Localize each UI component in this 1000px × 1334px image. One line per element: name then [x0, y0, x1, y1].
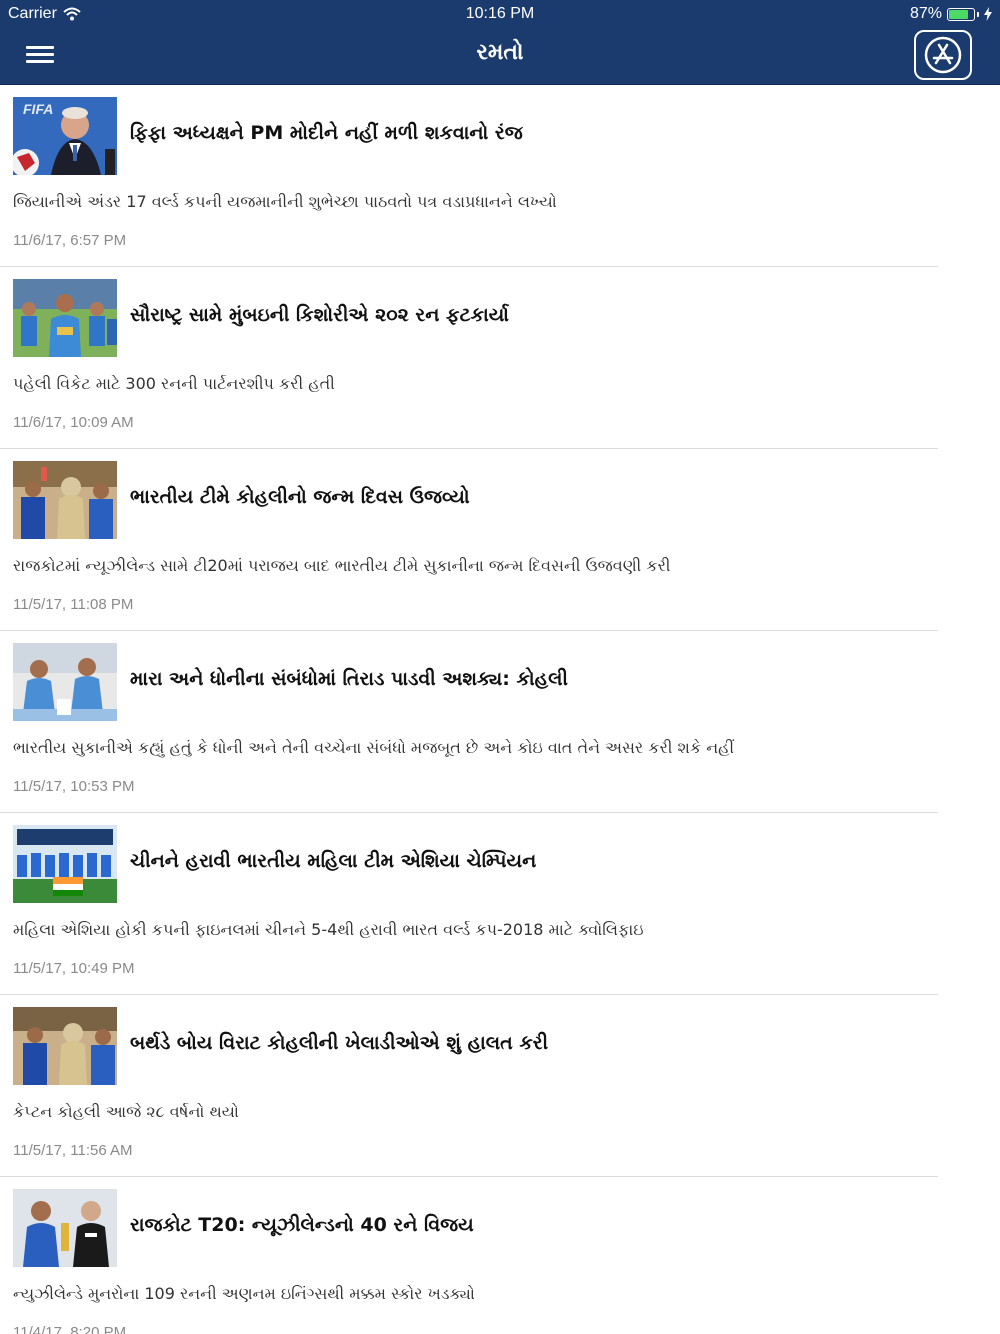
app-store-icon [924, 36, 962, 74]
clock: 10:16 PM [465, 5, 535, 22]
battery-tip [977, 11, 979, 17]
article-summary: રાજકોટમાં ન્યૂઝીલેન્ડ સામે ટી20માં પરાજય… [13, 556, 671, 575]
page-title: રમતો [476, 40, 524, 65]
article-thumbnail: FIFA [13, 97, 117, 175]
article-date: 11/5/17, 11:08 PM [13, 596, 134, 613]
article-headline: મારા અને ધોનીના સંબંધોમાં તિરાડ પાડવી અશ… [130, 668, 568, 690]
article-item[interactable]: રાજકોટ T20: ન્યૂઝીલેન્ડનો 40 રને વિજય ન્… [0, 1177, 938, 1334]
article-headline: સૌરાષ્ટ્ર સામે મુંબઇની કિશોરીએ ૨૦૨ રન ફટ… [130, 304, 509, 326]
article-thumbnail [13, 279, 117, 357]
article-summary: ભારતીય સુકાનીએ કહ્યું હતું કે ધોની અને ત… [13, 738, 735, 757]
article-summary: જિયાનીએ અંડર 17 વર્લ્ડ કપની યજમાનીની શુભ… [13, 192, 557, 211]
article-summary: કેપ્ટન કોહલી આજે ૨૮ વર્ષનો થયો [13, 1102, 239, 1121]
article-item[interactable]: ભારતીય ટીમે કોહલીનો જન્મ દિવસ ઉજવ્યો રાજ… [0, 449, 938, 631]
article-summary: પહેલી વિકેટ માટે 300 રનની પાર્ટનરશીપ કરી… [13, 374, 335, 393]
article-date: 11/5/17, 10:53 PM [13, 778, 135, 795]
article-date: 11/6/17, 10:09 AM [13, 414, 134, 431]
navigation-bar: રમતો [0, 28, 1000, 85]
article-thumbnail [13, 1007, 117, 1085]
status-bar: Carrier 10:16 PM 87% [0, 0, 1000, 28]
article-summary: ન્યુઝીલેન્ડે મુનરોના 109 રનની અણનમ ઇનિંગ… [13, 1284, 475, 1303]
battery-level [949, 9, 968, 19]
article-item[interactable]: FIFA ફિફા અધ્યક્ષને PM મોદીને નહીં મળી શ… [0, 85, 938, 267]
article-thumbnail [13, 461, 117, 539]
article-item[interactable]: મારા અને ધોનીના સંબંધોમાં તિરાડ પાડવી અશ… [0, 631, 938, 813]
article-date: 11/6/17, 6:57 PM [13, 232, 127, 249]
app-store-button[interactable] [914, 30, 972, 80]
article-date: 11/5/17, 10:49 PM [13, 960, 135, 977]
article-thumbnail [13, 825, 117, 903]
article-item[interactable]: બર્થડે બોય વિરાટ કોહલીની ખેલાડીઓએ શું હા… [0, 995, 938, 1177]
article-summary: મહિલા એશિયા હોકી કપની ફાઇનલમાં ચીનને 5-4… [13, 920, 644, 939]
thumbnail-caption: FIFA [23, 101, 54, 117]
article-headline: રાજકોટ T20: ન્યૂઝીલેન્ડનો 40 રને વિજય [130, 1214, 474, 1236]
battery-percent: 87% [909, 5, 942, 22]
article-thumbnail [13, 1189, 117, 1267]
news-feed: FIFA ફિફા અધ્યક્ષને PM મોદીને નહીં મળી શ… [0, 85, 1000, 1334]
article-headline: બર્થડે બોય વિરાટ કોહલીની ખેલાડીઓએ શું હા… [130, 1032, 549, 1054]
article-item[interactable]: ચીનને હરાવી ભારતીય મહિલા ટીમ એશિયા ચેમ્પ… [0, 813, 938, 995]
article-headline: ચીનને હરાવી ભારતીય મહિલા ટીમ એશિયા ચેમ્પ… [130, 850, 537, 872]
article-thumbnail [13, 643, 117, 721]
article-date: 11/4/17, 8:20 PM [13, 1324, 127, 1334]
article-item[interactable]: સૌરાષ્ટ્ર સામે મુંબઇની કિશોરીએ ૨૦૨ રન ફટ… [0, 267, 938, 449]
charging-bolt-icon [984, 7, 992, 21]
battery-icon [947, 7, 975, 21]
article-date: 11/5/17, 11:56 AM [13, 1142, 133, 1159]
article-headline: ફિફા અધ્યક્ષને PM મોદીને નહીં મળી શકવાનો… [130, 122, 523, 144]
article-headline: ભારતીય ટીમે કોહલીનો જન્મ દિવસ ઉજવ્યો [130, 486, 470, 508]
status-right: 87% [910, 5, 992, 23]
